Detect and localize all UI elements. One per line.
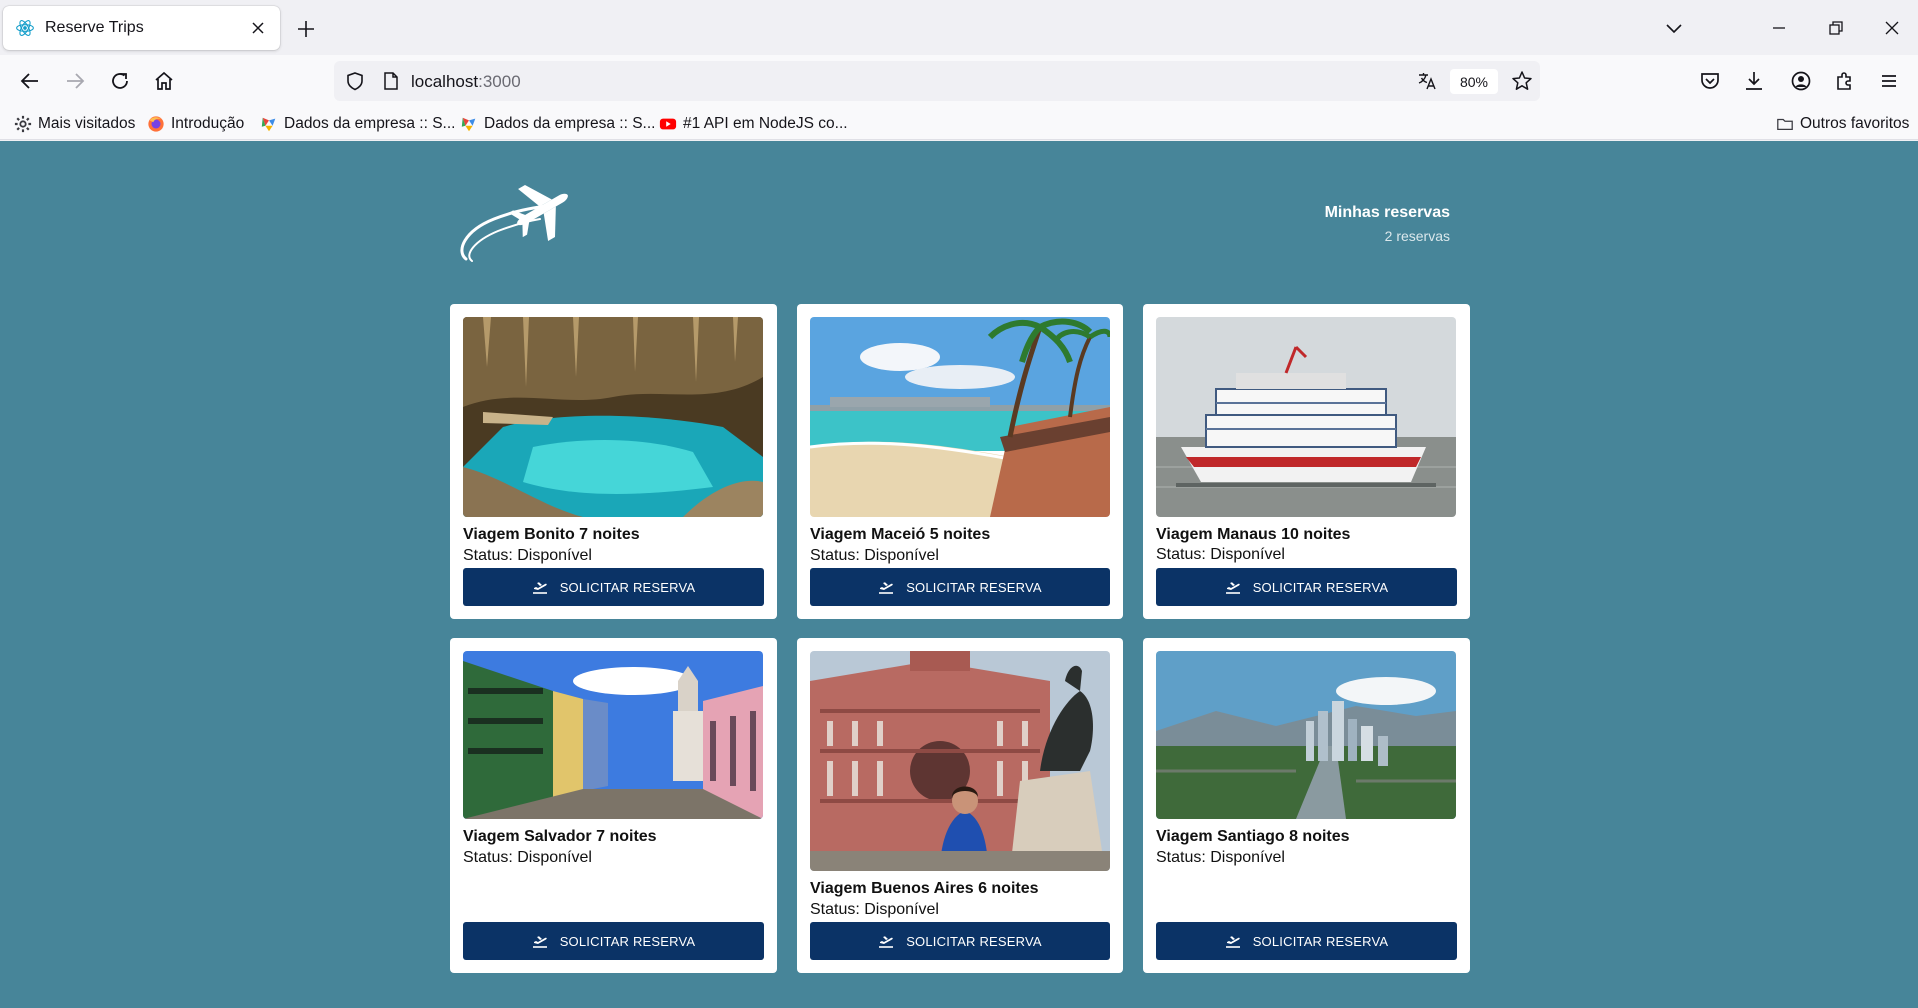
colorful-app-icon — [461, 117, 476, 132]
youtube-icon — [659, 118, 677, 130]
trip-title: Viagem Manaus 10 noites — [1156, 526, 1351, 543]
forward-arrow-icon — [67, 73, 85, 89]
airplane-takeoff-icon — [532, 936, 547, 948]
trip-title: Viagem Buenos Aires 6 noites — [810, 880, 1039, 897]
trip-title: Viagem Santiago 8 noites — [1156, 828, 1350, 845]
url-port: :3000 — [478, 72, 521, 91]
request-reservation-button[interactable]: SOLICITAR RESERVA — [1156, 568, 1457, 606]
page-icon[interactable] — [380, 70, 402, 92]
casa-rosada-photo — [810, 651, 1110, 871]
other-bookmarks[interactable]: Outros favoritos — [1776, 113, 1909, 135]
gear-icon — [14, 115, 32, 133]
url-host: localhost — [411, 72, 479, 91]
translate-icon[interactable] — [1416, 70, 1438, 92]
browser-toolbar: localhost:3000 80% — [0, 55, 1918, 107]
request-reservation-button[interactable]: SOLICITAR RESERVA — [810, 568, 1110, 606]
button-label: SOLICITAR RESERVA — [559, 579, 696, 595]
bookmark-label: Introdução — [171, 115, 245, 132]
folder-icon — [1777, 118, 1793, 131]
colorful-app-icon — [261, 117, 276, 132]
downloads-icon[interactable] — [1741, 68, 1767, 94]
trip-status: Status: Disponível — [810, 901, 939, 918]
button-label: SOLICITAR RESERVA — [1252, 933, 1389, 949]
bookmark-dados-empresa-1[interactable]: Dados da empresa :: S... — [260, 113, 455, 135]
close-window-icon[interactable] — [1880, 16, 1904, 40]
bookmark-label: #1 API em NodeJS co... — [683, 115, 848, 132]
bookmark-dados-empresa-2[interactable]: Dados da empresa :: S... — [460, 113, 655, 135]
colonial-street-photo — [463, 651, 763, 819]
trip-status: Status: Disponível — [1156, 546, 1285, 563]
my-reservations-count: 2 reservas — [1384, 228, 1450, 244]
trip-card: Viagem Maceió 5 noites Status: Disponíve… — [797, 304, 1123, 619]
airplane-takeoff-icon — [879, 936, 894, 948]
restore-icon[interactable] — [1824, 16, 1848, 40]
react-icon — [16, 20, 34, 36]
button-label: SOLICITAR RESERVA — [906, 579, 1042, 595]
trip-card: Viagem Manaus 10 noites Status: Disponív… — [1143, 304, 1470, 619]
city-skyline-photo — [1156, 651, 1456, 819]
back-arrow-icon[interactable] — [17, 68, 43, 94]
trip-card: Viagem Santiago 8 noites Status: Disponí… — [1143, 638, 1470, 973]
bookmark-label: Dados da empresa :: S... — [284, 115, 456, 132]
request-reservation-button[interactable]: SOLICITAR RESERVA — [463, 922, 764, 960]
bookmark-label: Dados da empresa :: S... — [484, 115, 656, 132]
button-label: SOLICITAR RESERVA — [1252, 579, 1389, 595]
request-reservation-button[interactable]: SOLICITAR RESERVA — [1156, 922, 1457, 960]
airplane-takeoff-icon — [1225, 582, 1240, 594]
zoom-level-badge[interactable]: 80% — [1450, 69, 1498, 94]
bookmark-label: Mais visitados — [38, 115, 136, 132]
cave-lake-photo — [463, 317, 763, 517]
other-bookmarks-label: Outros favoritos — [1800, 115, 1910, 132]
airplane-takeoff-icon — [1225, 936, 1240, 948]
trip-title: Viagem Salvador 7 noites — [463, 828, 657, 845]
trip-status: Status: Disponível — [463, 547, 592, 564]
bookmark-api-nodejs[interactable]: #1 API em NodeJS co... — [659, 113, 848, 135]
tracking-shield-icon[interactable] — [344, 70, 366, 92]
new-tab-icon[interactable] — [294, 17, 318, 41]
trip-card: Viagem Salvador 7 noites Status: Disponí… — [450, 638, 777, 973]
airplane-takeoff-icon — [879, 582, 894, 594]
button-label: SOLICITAR RESERVA — [906, 933, 1042, 949]
reload-icon[interactable] — [107, 68, 133, 94]
button-label: SOLICITAR RESERVA — [559, 933, 696, 949]
bookmark-mais-visitados[interactable]: Mais visitados — [14, 113, 135, 135]
trip-title: Viagem Bonito 7 noites — [463, 526, 640, 543]
airplane-takeoff-icon — [532, 582, 547, 594]
beach-photo — [810, 317, 1110, 517]
riverboat-photo — [1156, 317, 1456, 517]
bookmark-introducao[interactable]: Introdução — [147, 113, 244, 135]
tab-list-chevron-icon[interactable] — [1662, 16, 1686, 40]
bookmarks-toolbar: Mais visitados Introdução Dados da empre… — [0, 107, 1918, 140]
url-text[interactable]: localhost:3000 — [411, 72, 521, 92]
pocket-icon[interactable] — [1697, 68, 1723, 94]
trip-card: Viagem Bonito 7 noites Status: Disponíve… — [450, 304, 777, 619]
account-icon[interactable] — [1788, 68, 1814, 94]
trip-status: Status: Disponível — [463, 849, 592, 866]
minimize-icon[interactable] — [1767, 16, 1791, 40]
trip-title: Viagem Maceió 5 noites — [810, 526, 991, 543]
home-icon[interactable] — [151, 68, 177, 94]
browser-tab-bar: Reserve Trips — [0, 0, 1918, 55]
my-reservations[interactable]: Minhas reservas 2 reservas — [1325, 204, 1450, 244]
firefox-icon — [148, 116, 164, 132]
my-reservations-title: Minhas reservas — [1324, 204, 1450, 221]
browser-tab[interactable]: Reserve Trips — [3, 6, 280, 50]
trip-status: Status: Disponível — [810, 547, 939, 564]
bookmark-star-icon[interactable] — [1510, 69, 1534, 93]
page-content: Minhas reservas 2 reservas Viagem Bonito… — [0, 141, 1918, 1008]
address-bar[interactable]: localhost:3000 80% — [334, 61, 1540, 101]
menu-icon[interactable] — [1876, 68, 1902, 94]
trip-card: Viagem Buenos Aires 6 noites Status: Dis… — [797, 638, 1123, 973]
trip-status: Status: Disponível — [1156, 849, 1285, 866]
close-tab-icon[interactable] — [248, 18, 268, 38]
tab-title: Reserve Trips — [45, 19, 144, 36]
request-reservation-button[interactable]: SOLICITAR RESERVA — [463, 568, 764, 606]
request-reservation-button[interactable]: SOLICITAR RESERVA — [810, 922, 1110, 960]
extensions-icon[interactable] — [1832, 68, 1858, 94]
airplane-logo-icon[interactable] — [454, 173, 572, 267]
